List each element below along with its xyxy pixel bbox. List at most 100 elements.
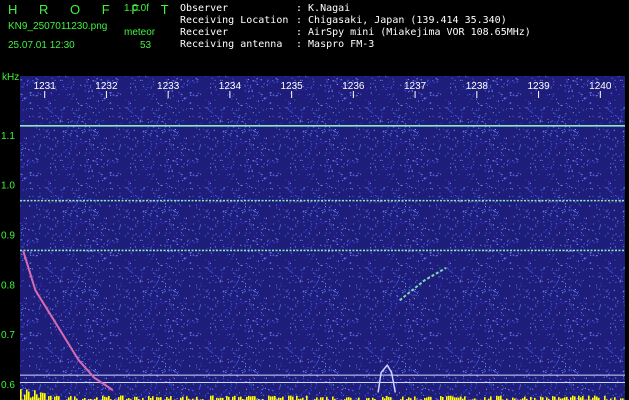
y-tick-label-0.9: 0.9 — [1, 231, 15, 242]
baseline-bar — [402, 396, 404, 400]
baseline-bar — [58, 396, 60, 400]
baseline-bar — [252, 396, 254, 400]
baseline-bar — [20, 389, 22, 400]
baseline-bar — [414, 396, 416, 400]
file-name: KN9_2507011230.png — [8, 21, 108, 32]
baseline-bar — [50, 395, 52, 400]
x-tick-label-1232: 1232 — [95, 81, 118, 92]
baseline-bar — [186, 396, 188, 400]
baseline-bar — [552, 396, 554, 400]
y-axis: 0.6 0.7 0.8 0.9 1.0 1.1 — [1, 131, 15, 391]
location-label: Receiving Location — [180, 15, 289, 26]
baseline-bar — [250, 396, 252, 400]
baseline-bar — [594, 395, 596, 400]
baseline-bar — [74, 396, 76, 400]
baseline-bar — [332, 396, 334, 400]
y-tick-label-0.6: 0.6 — [1, 380, 15, 391]
baseline-bar — [578, 395, 580, 400]
baseline-bar — [296, 395, 298, 400]
receiver-value: : AirSpy mini (Miakejima VOR 108.65MHz) — [296, 27, 531, 38]
baseline-bar — [24, 394, 26, 400]
baseline-bar — [170, 396, 172, 400]
baseline-bar — [588, 395, 590, 400]
x-tick-label-1235: 1235 — [281, 81, 304, 92]
baseline-bar — [292, 396, 294, 400]
detection-count: 53 — [140, 40, 152, 51]
x-tick-label-1239: 1239 — [527, 81, 550, 92]
antenna-label: Receiving antenna — [180, 39, 283, 50]
x-tick-label-1234: 1234 — [219, 81, 242, 92]
baseline-bar — [48, 396, 50, 400]
x-tick-label-1240: 1240 — [589, 81, 612, 92]
x-tick-label-1236: 1236 — [342, 81, 365, 92]
baseline-bar — [270, 396, 272, 400]
x-tick-label-1231: 1231 — [34, 81, 57, 92]
observer-value: : K.Nagai — [296, 3, 351, 14]
baseline-bar — [604, 395, 606, 400]
baseline-bar — [582, 396, 584, 400]
baseline-bar — [498, 396, 500, 400]
baseline-bar — [500, 395, 502, 400]
baseline-bar — [282, 396, 284, 400]
date-time: 25.07.01 12:30 — [8, 40, 75, 51]
baseline-bar — [540, 396, 542, 400]
y-tick-label-0.7: 0.7 — [1, 330, 15, 341]
baseline-bar — [572, 395, 574, 400]
receiver-label: Receiver — [180, 27, 229, 38]
baseline-bar — [440, 396, 442, 400]
baseline-bar — [34, 390, 36, 400]
baseline-bar — [524, 396, 526, 400]
baseline-bar — [102, 395, 104, 400]
baseline-bar — [288, 395, 290, 400]
baseline-bar — [56, 395, 58, 400]
baseline-bar — [386, 395, 388, 400]
baseline-bar — [226, 395, 228, 400]
baseline-bar — [490, 396, 492, 400]
baseline-bar — [306, 395, 308, 400]
baseline-bar — [452, 396, 454, 400]
baseline-bar — [234, 395, 236, 400]
baseline-bar — [40, 392, 42, 400]
baseline-bar — [274, 395, 276, 400]
baseline-bar — [108, 395, 110, 400]
baseline-bar — [148, 395, 150, 400]
x-tick-label-1238: 1238 — [466, 81, 489, 92]
baseline-bar — [268, 395, 270, 400]
baseline-bar — [120, 395, 122, 400]
baseline-bar — [446, 396, 448, 400]
observer-label: Observer — [180, 3, 229, 14]
baseline-bar — [54, 396, 56, 400]
baseline-bar — [36, 394, 38, 400]
baseline-bar — [32, 396, 34, 400]
x-tick-label-1233: 1233 — [157, 81, 180, 92]
baseline-bar — [596, 396, 598, 400]
baseline-bar — [26, 389, 28, 400]
baseline-bar — [460, 396, 462, 400]
baseline-bar — [248, 395, 250, 400]
y-tick-label-0.8: 0.8 — [1, 280, 15, 291]
baseline-bar — [44, 393, 46, 400]
app-version: 1.0.0f — [124, 3, 150, 14]
y-tick-label-1.1: 1.1 — [1, 131, 15, 142]
baseline-bar — [448, 395, 450, 400]
baseline-bar — [152, 396, 154, 400]
baseline-bar — [290, 395, 292, 400]
baseline-bar — [554, 396, 556, 400]
baseline-bar — [254, 396, 256, 400]
baseline-bar — [42, 392, 44, 400]
antenna-value: : Maspro FM-3 — [296, 39, 375, 50]
baseline-bar — [182, 396, 184, 400]
baseline-bar — [212, 395, 214, 400]
y-axis-title: kHz — [2, 72, 20, 83]
x-tick-label-1237: 1237 — [404, 81, 427, 92]
baseline-bar — [70, 395, 72, 400]
app-title: H R O F F T — [8, 2, 178, 17]
noise-layer — [20, 76, 625, 400]
baseline-bar — [240, 396, 242, 400]
detection-label: meteor — [124, 27, 156, 38]
baseline-bar — [272, 396, 274, 400]
baseline-bar — [210, 395, 212, 400]
y-tick-label-1: 1.0 — [1, 181, 15, 192]
baseline-bar — [464, 396, 466, 400]
spectrogram-plot: 1231 1232 1233 1234 1235 1236 1237 1238 1239 1240 — [20, 76, 625, 400]
